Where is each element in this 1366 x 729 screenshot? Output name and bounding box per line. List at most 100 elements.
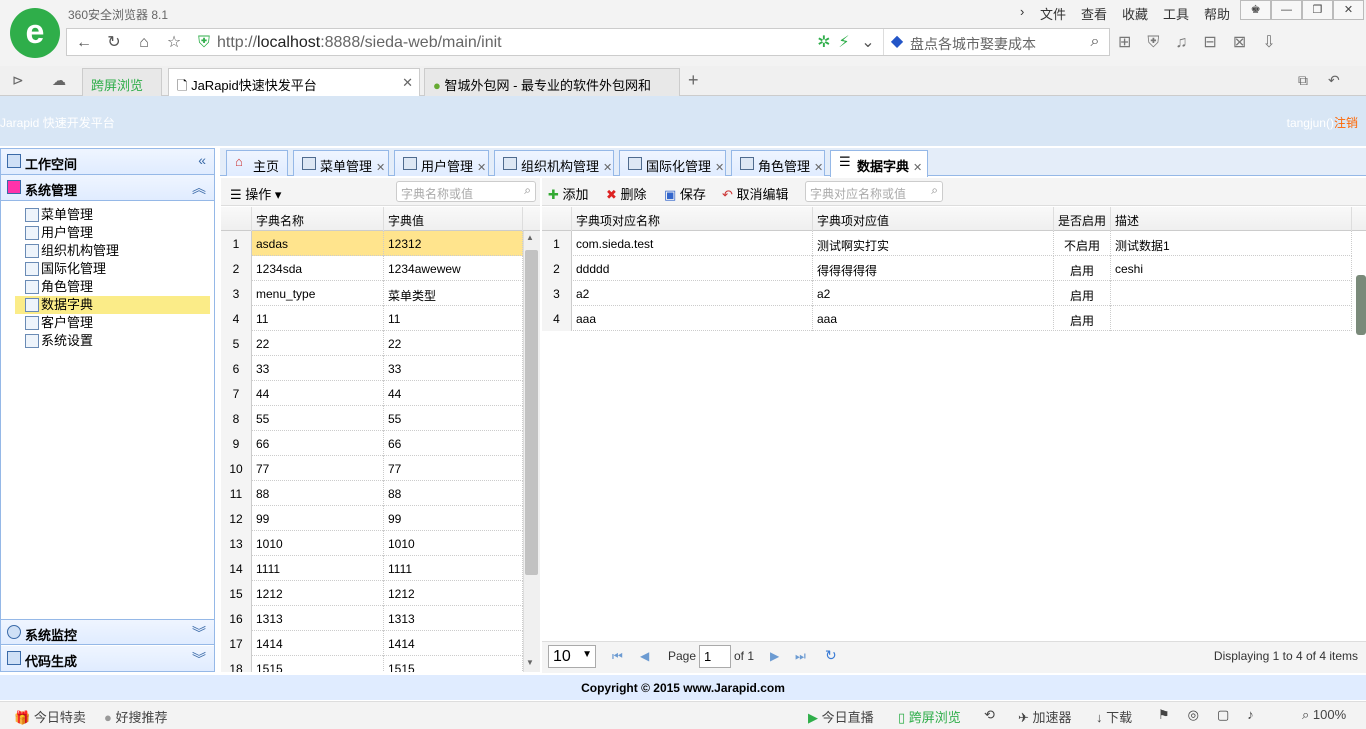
search-icon[interactable]: ⌕ — [524, 183, 531, 198]
maximize-button[interactable]: ❐ — [1302, 0, 1333, 20]
tab-dict[interactable]: ☰ 数据字典 ✕ — [830, 150, 928, 177]
panel-monitor[interactable]: 系统监控 ︾ — [1, 619, 214, 645]
table-row[interactable]: 13 1010 1010 — [221, 531, 523, 556]
url-dropdown-icon[interactable]: ⌄ — [857, 32, 879, 54]
search-icon[interactable]: ⌕ — [931, 183, 938, 198]
menu-tools[interactable]: 工具 — [1163, 4, 1189, 23]
side-dock-handle[interactable] — [1356, 275, 1366, 335]
scrollbar-thumb[interactable] — [525, 250, 538, 575]
table-row[interactable]: 2 1234sda 1234awewew — [221, 256, 523, 281]
table-row[interactable]: 1 com.sieda.test 测试啊实打实 不启用 测试数据1 — [542, 231, 1352, 256]
sidebar-toggle-icon[interactable]: ⊳ — [12, 72, 24, 89]
sidebar-item-roles[interactable]: 角色管理 — [15, 278, 210, 296]
dict-search-input[interactable]: 字典名称或值 ⌕ — [396, 181, 536, 202]
first-page-icon[interactable]: ⏮ — [612, 649, 623, 664]
table-row[interactable]: 2 ddddd 得得得得得 启用 ceshi — [542, 256, 1352, 281]
panel-workspace[interactable]: 工作空间 « — [1, 149, 214, 175]
sidebar-item-menu[interactable]: 菜单管理 — [15, 206, 210, 224]
search-box[interactable]: ◆ 盘点各城市娶妻成本 ⌕ — [883, 29, 1111, 55]
tab-users[interactable]: 用户管理 ✕ — [394, 150, 489, 176]
items-search-input[interactable]: 字典对应名称或值 ⌕ — [805, 181, 943, 202]
browser-tab-active[interactable]: 🗋 JaRapid快速快发平台 ✕ — [168, 68, 420, 96]
speed-icon[interactable]: ⚡ — [833, 32, 855, 54]
new-tab-icon[interactable]: + — [688, 70, 699, 91]
browser-tab-zcwb[interactable]: ● 智城外包网 - 最专业的软件外包网和 — [424, 68, 680, 96]
cancel-edit-button[interactable]: ↶ 取消编辑 — [722, 184, 789, 203]
star-icon[interactable]: ☆ — [163, 32, 185, 54]
close-tab-icon[interactable]: ✕ — [603, 162, 612, 174]
menu-help[interactable]: 帮助 — [1204, 4, 1230, 23]
minimize-button[interactable]: — — [1271, 0, 1302, 20]
refresh-icon[interactable]: ↻ — [825, 647, 837, 664]
speed-icon[interactable]: ⟲ — [984, 707, 995, 723]
collapse-up-icon[interactable]: ︽ — [192, 178, 206, 198]
url-input[interactable]: http://localhost:8888/sieda-web/main/ini… — [217, 34, 502, 52]
table-row[interactable]: 10 77 77 — [221, 456, 523, 481]
table-row[interactable]: 3 menu_type 菜单类型 — [221, 281, 523, 306]
sidebar-item-i18n[interactable]: 国际化管理 — [15, 260, 210, 278]
prev-page-icon[interactable]: ◀ — [640, 649, 649, 663]
page-size-select[interactable]: 10 ▼ — [548, 645, 596, 668]
toolbar-extensions-icon[interactable]: ⊞⛨♫⊟⊠⇩ — [1118, 32, 1292, 52]
table-row[interactable]: 4 11 11 — [221, 306, 523, 331]
menu-view[interactable]: 查看 — [1081, 4, 1107, 23]
menu-file[interactable]: 文件 — [1040, 4, 1066, 23]
menu-favorites[interactable]: 收藏 — [1122, 4, 1148, 23]
logout-link[interactable]: 注销 — [1334, 116, 1358, 130]
col-item-value[interactable]: 字典项对应值 — [813, 207, 1054, 231]
col-dict-value[interactable]: 字典值 — [384, 207, 523, 231]
sidebar-item-settings[interactable]: 系统设置 — [15, 332, 210, 350]
tab-org[interactable]: 组织机构管理 ✕ — [494, 150, 614, 176]
expand-down-icon[interactable]: ︾ — [192, 623, 206, 643]
tab-home[interactable]: ⌂ 主页 — [226, 150, 288, 176]
status-live[interactable]: ▶ 今日直播 — [808, 707, 874, 726]
table-row[interactable]: 5 22 22 — [221, 331, 523, 356]
search-input[interactable]: 盘点各城市娶妻成本 — [910, 34, 1036, 54]
col-dict-name[interactable]: 字典名称 — [252, 207, 384, 231]
close-window-button[interactable]: ✕ — [1333, 0, 1364, 20]
close-tab-icon[interactable]: ✕ — [913, 162, 922, 174]
close-tab-icon[interactable]: ✕ — [402, 75, 413, 91]
close-tab-icon[interactable]: ✕ — [715, 162, 724, 174]
panel-codegen[interactable]: 代码生成 ︾ — [1, 646, 214, 672]
tab-i18n[interactable]: 国际化管理 ✕ — [619, 150, 726, 176]
table-row[interactable]: 16 1313 1313 — [221, 606, 523, 631]
table-row[interactable]: 12 99 99 — [221, 506, 523, 531]
status-recommend[interactable]: ● 好搜推荐 — [104, 707, 167, 726]
status-tools-icon[interactable]: ⚑◎▢♪ — [1158, 707, 1272, 723]
table-row[interactable]: 1 asdas 12312 — [221, 231, 523, 256]
table-row[interactable]: 17 1414 1414 — [221, 631, 523, 656]
col-item-name[interactable]: 字典项对应名称 — [572, 207, 813, 231]
collapse-left-icon[interactable]: « — [198, 152, 206, 168]
restore-tabs-icon[interactable]: ⧉ — [1298, 72, 1308, 89]
save-button[interactable]: ▣ 保存 — [664, 184, 706, 203]
last-page-icon[interactable]: ⏭ — [795, 649, 806, 664]
table-row[interactable]: 8 55 55 — [221, 406, 523, 431]
table-row[interactable]: 14 1111 1111 — [221, 556, 523, 581]
table-row[interactable]: 9 66 66 — [221, 431, 523, 456]
col-description[interactable]: 描述 — [1111, 207, 1352, 231]
sidebar-item-users[interactable]: 用户管理 — [15, 224, 210, 242]
browser-tab-crossscreen[interactable]: 跨屏浏览 — [82, 68, 162, 96]
scroll-up-icon[interactable]: ▲ — [526, 233, 534, 242]
tab-menu[interactable]: 菜单管理 ✕ — [293, 150, 389, 176]
expand-down-icon[interactable]: ︾ — [192, 649, 206, 669]
search-icon[interactable]: ⌕ — [1084, 31, 1106, 53]
status-crossscreen[interactable]: ▯ 跨屏浏览 — [898, 707, 961, 726]
close-tab-icon[interactable]: ✕ — [814, 162, 823, 174]
back-icon[interactable]: ← — [73, 32, 95, 54]
cloud-icon[interactable]: ☁ — [52, 72, 66, 89]
next-page-icon[interactable]: ▶ — [770, 649, 779, 663]
close-tab-icon[interactable]: ✕ — [376, 162, 385, 174]
tab-roles[interactable]: 角色管理 ✕ — [731, 150, 825, 176]
scroll-down-icon[interactable]: ▼ — [526, 658, 534, 667]
table-row[interactable]: 15 1212 1212 — [221, 581, 523, 606]
sidebar-item-customers[interactable]: 客户管理 — [15, 314, 210, 332]
undo-close-icon[interactable]: ↶ — [1328, 72, 1340, 89]
zoom-level[interactable]: ⌕ 100% — [1302, 707, 1346, 723]
table-row[interactable]: 18 1515 1515 — [221, 656, 523, 672]
close-tab-icon[interactable]: ✕ — [477, 162, 486, 174]
status-accelerator[interactable]: ✈ 加速器 — [1018, 707, 1072, 726]
delete-button[interactable]: ✖ 删除 — [606, 184, 647, 203]
menu-expand-icon[interactable]: › — [1020, 4, 1024, 19]
